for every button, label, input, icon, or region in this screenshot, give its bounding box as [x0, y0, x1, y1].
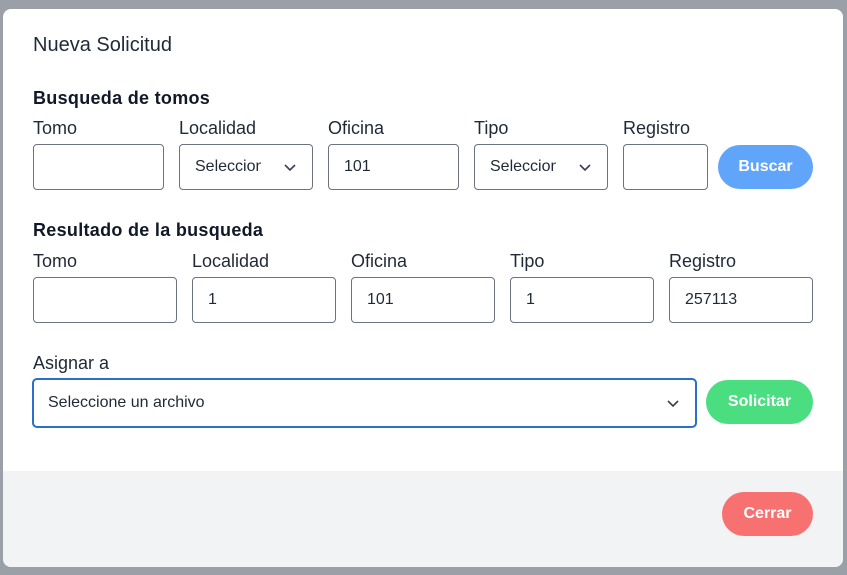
search-oficina-label: Oficina	[328, 118, 385, 138]
dialog-footer: Cerrar	[3, 471, 843, 567]
search-tipo-select[interactable]: Seleccione	[474, 144, 608, 190]
search-oficina-input[interactable]: 101	[328, 144, 459, 190]
search-localidad-label: Localidad	[179, 118, 257, 138]
chevron-down-icon	[667, 400, 679, 408]
search-registro-label: Registro	[623, 118, 691, 138]
dialog-title: Nueva Solicitud	[33, 34, 172, 56]
result-registro-input[interactable]: 257113	[669, 277, 813, 323]
search-localidad-value: Seleccione	[195, 158, 261, 175]
search-tomo-label: Tomo	[33, 118, 78, 138]
result-registro-label: Registro	[669, 251, 737, 271]
result-heading: Resultado de la busqueda	[33, 220, 264, 240]
chevron-down-icon	[284, 164, 296, 172]
close-button[interactable]: Cerrar	[722, 492, 813, 536]
assign-file-value: Seleccione un archivo	[48, 394, 205, 411]
search-registro-input[interactable]	[623, 144, 708, 190]
chevron-down-icon	[579, 164, 591, 172]
search-tomo-input[interactable]	[33, 144, 164, 190]
assign-label: Asignar a	[33, 353, 110, 373]
result-tipo-input[interactable]: 1	[510, 277, 654, 323]
search-localidad-select[interactable]: Seleccione	[179, 144, 313, 190]
result-tipo-label: Tipo	[510, 251, 545, 271]
result-localidad-input[interactable]: 1	[192, 277, 336, 323]
search-button[interactable]: Buscar	[718, 145, 813, 189]
search-tipo-value: Seleccione	[490, 158, 556, 175]
result-localidad-label: Localidad	[192, 251, 270, 271]
request-button[interactable]: Solicitar	[706, 380, 813, 424]
result-tomo-input[interactable]	[33, 277, 177, 323]
search-heading: Busqueda de tomos	[33, 88, 211, 108]
assign-file-select[interactable]: Seleccione un archivo	[32, 378, 697, 428]
result-tomo-label: Tomo	[33, 251, 78, 271]
result-oficina-label: Oficina	[351, 251, 408, 271]
new-request-dialog: Nueva Solicitud Busqueda de tomos Tomo L…	[3, 9, 843, 567]
result-oficina-input[interactable]: 101	[351, 277, 495, 323]
search-tipo-label: Tipo	[474, 118, 509, 138]
